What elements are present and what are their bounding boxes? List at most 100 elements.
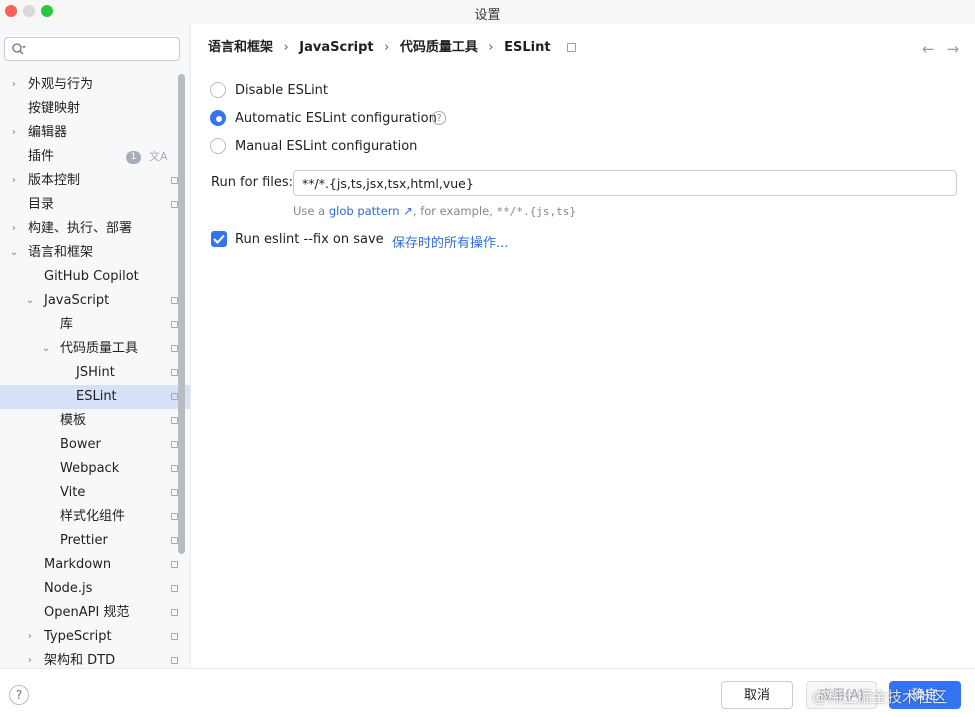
translate-icon: 文A <box>149 150 168 163</box>
sidebar-item-build[interactable]: › 构建、执行、部署 <box>0 217 190 241</box>
sidebar-item-directories[interactable]: 目录 <box>0 193 190 217</box>
sidebar-item-eslint[interactable]: ESLint <box>0 385 190 409</box>
option-label: Automatic ESLint configuration <box>235 111 437 126</box>
sidebar-item-templates[interactable]: 模板 <box>0 409 190 433</box>
chevron-down-icon[interactable]: ⌄ <box>40 337 52 361</box>
project-scope-icon <box>171 489 178 496</box>
hint-prefix: Use a <box>293 204 326 218</box>
sidebar-item-keymap[interactable]: 按键映射 <box>0 97 190 121</box>
breadcrumb-item[interactable]: 代码质量工具 <box>400 40 478 55</box>
sidebar-item-code-quality-tools[interactable]: ⌄ 代码质量工具 <box>0 337 190 361</box>
help-icon[interactable]: ? <box>432 111 446 125</box>
sidebar-item-typescript[interactable]: › TypeScript <box>0 625 190 649</box>
option-label: Disable ESLint <box>235 83 329 98</box>
sidebar-item-label: Vite <box>60 485 86 500</box>
breadcrumb-item[interactable]: JavaScript <box>299 40 373 55</box>
sidebar-item-editor[interactable]: › 编辑器 <box>0 121 190 145</box>
radio-button[interactable] <box>210 82 226 98</box>
sidebar-item-prettier[interactable]: Prettier <box>0 529 190 553</box>
cancel-button[interactable]: 取消 <box>721 681 793 709</box>
title-bar: 设置 <box>0 0 975 24</box>
breadcrumb-item[interactable]: 语言和框架 <box>208 40 273 55</box>
project-scope-icon <box>171 369 178 376</box>
chevron-down-icon[interactable]: ⌄ <box>24 289 36 313</box>
sidebar-item-label: Bower <box>60 437 101 452</box>
sidebar-item-appearance[interactable]: › 外观与行为 <box>0 73 190 97</box>
breadcrumb-separator: › <box>283 40 289 55</box>
sidebar-item-libraries[interactable]: 库 <box>0 313 190 337</box>
sidebar-item-label: Webpack <box>60 461 120 476</box>
sidebar-item-label: 样式化组件 <box>60 509 126 524</box>
sidebar-item-label: JavaScript <box>44 293 110 308</box>
project-scope-icon <box>171 561 178 568</box>
chevron-right-icon[interactable]: › <box>8 121 20 145</box>
sidebar-item-webpack[interactable]: Webpack <box>0 457 190 481</box>
sidebar-item-label: 构建、执行、部署 <box>28 221 133 236</box>
breadcrumb-separator: › <box>488 40 494 55</box>
project-scope-icon <box>171 465 178 472</box>
sidebar-item-label: 外观与行为 <box>28 77 94 92</box>
sidebar-item-label: 代码质量工具 <box>60 341 139 356</box>
project-scope-icon <box>171 609 178 616</box>
sidebar-item-vcs[interactable]: › 版本控制 <box>0 169 190 193</box>
radio-button-selected[interactable] <box>210 110 226 126</box>
fix-on-save-label[interactable]: Run eslint --fix on save <box>235 232 384 247</box>
sidebar-item-vite[interactable]: Vite <box>0 481 190 505</box>
breadcrumb: 语言和框架 › JavaScript › 代码质量工具 › ESLint <box>208 38 582 58</box>
project-scope-icon <box>567 43 577 52</box>
breadcrumb-separator: › <box>384 40 390 55</box>
search-icon <box>12 43 26 55</box>
sidebar-item-label: 按键映射 <box>28 101 81 116</box>
help-button[interactable]: ? <box>9 685 29 705</box>
sidebar-item-bower[interactable]: Bower <box>0 433 190 457</box>
project-scope-icon <box>171 633 178 640</box>
chevron-right-icon[interactable]: › <box>8 73 20 97</box>
back-arrow-icon[interactable]: ← <box>922 40 947 58</box>
sidebar-item-schemas-dtd[interactable]: › 架构和 DTD <box>0 649 190 668</box>
sidebar-item-label: JSHint <box>76 365 115 380</box>
sidebar-item-label: Markdown <box>44 557 112 572</box>
run-for-files-input[interactable] <box>293 170 957 196</box>
sidebar-item-label: 语言和框架 <box>28 245 94 260</box>
project-scope-icon <box>171 345 178 352</box>
sidebar-scrollbar[interactable] <box>178 74 185 554</box>
sidebar-item-label: 插件 <box>28 149 55 164</box>
sidebar-item-label: 库 <box>60 317 74 332</box>
chevron-right-icon[interactable]: › <box>8 169 20 193</box>
sidebar-item-label: 架构和 DTD <box>44 653 116 668</box>
sidebar-item-nodejs[interactable]: Node.js <box>0 577 190 601</box>
project-scope-icon <box>171 297 178 304</box>
chevron-right-icon[interactable]: › <box>8 217 20 241</box>
sidebar-item-label: 版本控制 <box>28 173 81 188</box>
sidebar-item-label: OpenAPI 规范 <box>44 605 130 620</box>
forward-arrow-icon[interactable]: → <box>947 40 972 58</box>
chevron-right-icon[interactable]: › <box>24 625 36 649</box>
project-scope-icon <box>171 393 178 400</box>
project-scope-icon <box>171 417 178 424</box>
sidebar-item-openapi[interactable]: OpenAPI 规范 <box>0 601 190 625</box>
project-scope-icon <box>171 537 178 544</box>
sidebar-item-styled-components[interactable]: 样式化组件 <box>0 505 190 529</box>
fix-on-save-checkbox[interactable] <box>211 231 227 247</box>
all-save-actions-link[interactable]: 保存时的所有操作... <box>392 232 508 251</box>
sidebar-item-javascript[interactable]: ⌄ JavaScript <box>0 289 190 313</box>
settings-search-box[interactable] <box>4 37 180 61</box>
project-scope-icon <box>171 177 178 184</box>
radio-button[interactable] <box>210 138 226 154</box>
glob-hint: Use a glob pattern ↗, for example, **/*.… <box>293 204 576 218</box>
settings-sidebar: › 外观与行为 按键映射 › 编辑器 插件 1 文A › 版本控制 目录 › 构… <box>0 24 191 668</box>
chevron-right-icon[interactable]: › <box>24 649 36 668</box>
sidebar-item-jshint[interactable]: JSHint <box>0 361 190 385</box>
glob-pattern-link[interactable]: glob pattern ↗ <box>329 204 413 218</box>
option-label: Manual ESLint configuration <box>235 139 418 154</box>
sidebar-item-languages[interactable]: ⌄ 语言和框架 <box>0 241 190 265</box>
checkmark-icon <box>213 234 225 244</box>
window-title: 设置 <box>474 8 501 23</box>
project-scope-icon <box>171 585 178 592</box>
chevron-down-icon[interactable]: ⌄ <box>8 241 20 265</box>
sidebar-item-markdown[interactable]: Markdown <box>0 553 190 577</box>
project-scope-icon <box>171 321 178 328</box>
settings-search-input[interactable] <box>31 40 175 60</box>
sidebar-item-plugins[interactable]: 插件 1 文A <box>0 145 190 169</box>
sidebar-item-github-copilot[interactable]: GitHub Copilot <box>0 265 190 289</box>
